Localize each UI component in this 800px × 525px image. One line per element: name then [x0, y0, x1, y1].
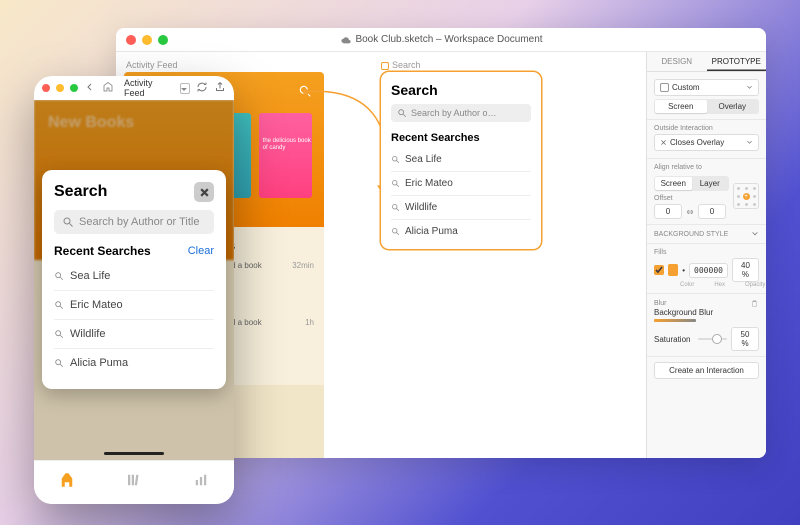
recent-search-item[interactable]: Sea Life: [391, 148, 531, 172]
close-button[interactable]: [194, 182, 214, 202]
book-cover[interactable]: the delicious book of candy: [259, 113, 312, 198]
search-icon: [391, 227, 400, 236]
artboard-search-overlay[interactable]: Search Search by Author o… Recent Search…: [381, 72, 541, 249]
fills-label: Fills: [654, 249, 759, 256]
recent-search-item[interactable]: Eric Mateo: [391, 172, 531, 196]
preview-screen[interactable]: New Books ★★★★☆ ★★★ Search Search by Aut…: [34, 100, 234, 460]
fill-enabled-checkbox[interactable]: [654, 265, 664, 275]
overlay-title: Search: [391, 82, 531, 98]
trash-icon[interactable]: [750, 299, 759, 308]
traffic-lights: [126, 35, 168, 45]
outside-interaction-label: Outside Interaction: [654, 125, 759, 132]
search-icon: [54, 271, 64, 281]
inspector-tabs: DESIGN PROTOTYPE: [647, 52, 766, 72]
search-icon: [397, 108, 407, 118]
search-input[interactable]: Search by Author o…: [391, 104, 531, 122]
tab-bar: [34, 460, 234, 504]
home-indicator: [104, 452, 164, 455]
clear-button[interactable]: Clear: [188, 245, 214, 257]
prototype-preview-window: Activity Feed New Books ★★★★☆ ★★★ Search…: [34, 76, 234, 504]
window-close-button[interactable]: [126, 35, 136, 45]
blur-preview: [654, 319, 696, 322]
recent-search-item[interactable]: Alicia Puma: [54, 349, 214, 377]
blur-type: Background Blur: [654, 308, 759, 317]
search-icon[interactable]: [298, 84, 312, 103]
align-segment[interactable]: Screen Layer: [654, 176, 729, 191]
search-icon: [54, 300, 64, 310]
screen-icon: [660, 83, 669, 92]
preview-toolbar: Activity Feed: [34, 76, 234, 100]
window-minimize-button[interactable]: [142, 35, 152, 45]
window-zoom-button[interactable]: [158, 35, 168, 45]
search-icon: [54, 329, 64, 339]
recent-search-item[interactable]: Wildlife: [54, 320, 214, 349]
saturation-input[interactable]: 50 %: [731, 327, 759, 351]
blur-label: Blur: [654, 300, 666, 307]
window-close-button[interactable]: [42, 84, 50, 92]
search-icon: [62, 216, 74, 228]
link-icon[interactable]: [686, 208, 694, 216]
inspector-panel: DESIGN PROTOTYPE Custom Screen Overlay O…: [646, 52, 766, 458]
preview-title: Activity Feed: [124, 78, 168, 98]
window-zoom-button[interactable]: [70, 84, 78, 92]
search-icon: [54, 358, 64, 368]
artboard-label-activity[interactable]: Activity Feed: [126, 60, 178, 70]
preset-dropdown[interactable]: Custom: [654, 79, 759, 96]
window-title: Book Club.sketch – Workspace Document: [168, 34, 716, 45]
close-icon: [660, 139, 667, 146]
zoom-select[interactable]: [180, 83, 190, 94]
color-swatch[interactable]: [668, 264, 678, 276]
search-overlay: Search Search by Author or Title Recent …: [42, 170, 226, 389]
screen-overlay-segment[interactable]: Screen Overlay: [654, 99, 759, 114]
tab-prototype[interactable]: PROTOTYPE: [707, 52, 767, 71]
back-icon[interactable]: [84, 81, 96, 95]
search-icon: [391, 203, 400, 212]
close-icon: [199, 187, 210, 198]
tab-stats[interactable]: [192, 471, 210, 494]
anchor-grid[interactable]: +: [733, 183, 759, 209]
recent-search-item[interactable]: Eric Mateo: [54, 291, 214, 320]
recent-searches-title: Recent Searches: [391, 132, 531, 144]
title-text: Book Club.sketch – Workspace Document: [355, 34, 542, 45]
search-icon: [391, 155, 400, 164]
artboard-label-search[interactable]: Search: [381, 60, 421, 70]
saturation-label: Saturation: [654, 335, 694, 344]
tab-design[interactable]: DESIGN: [647, 52, 707, 71]
background-style-label: BACKGROUND STYLE: [654, 231, 728, 238]
window-minimize-button[interactable]: [56, 84, 64, 92]
cloud-icon: [341, 35, 351, 45]
saturation-slider[interactable]: [698, 338, 727, 340]
recent-search-item[interactable]: Wildlife: [391, 196, 531, 220]
tab-library[interactable]: [125, 471, 143, 494]
create-interaction-button[interactable]: Create an Interaction: [654, 362, 759, 379]
titlebar: Book Club.sketch – Workspace Document: [116, 28, 766, 52]
chevron-down-icon: [746, 139, 753, 146]
home-icon[interactable]: [102, 81, 114, 95]
chevron-down-icon[interactable]: [751, 230, 759, 238]
offset-y-input[interactable]: 0: [698, 204, 726, 219]
align-label: Align relative to: [654, 164, 759, 171]
chevron-down-icon: [746, 84, 753, 91]
overlay-title: Search: [54, 183, 107, 201]
share-icon[interactable]: [214, 81, 226, 95]
refresh-icon[interactable]: [196, 81, 208, 95]
outside-interaction-dropdown[interactable]: Closes Overlay: [654, 134, 759, 151]
tab-home[interactable]: [58, 471, 76, 494]
hex-input[interactable]: 000000: [689, 263, 728, 278]
search-icon: [391, 179, 400, 188]
offset-x-input[interactable]: 0: [654, 204, 682, 219]
recent-searches-title: Recent Searches: [54, 244, 151, 258]
recent-search-item[interactable]: Sea Life: [54, 262, 214, 291]
recent-search-item[interactable]: Alicia Puma: [391, 220, 531, 243]
opacity-input[interactable]: 40 %: [732, 258, 759, 282]
search-input[interactable]: Search by Author or Title: [54, 210, 214, 234]
